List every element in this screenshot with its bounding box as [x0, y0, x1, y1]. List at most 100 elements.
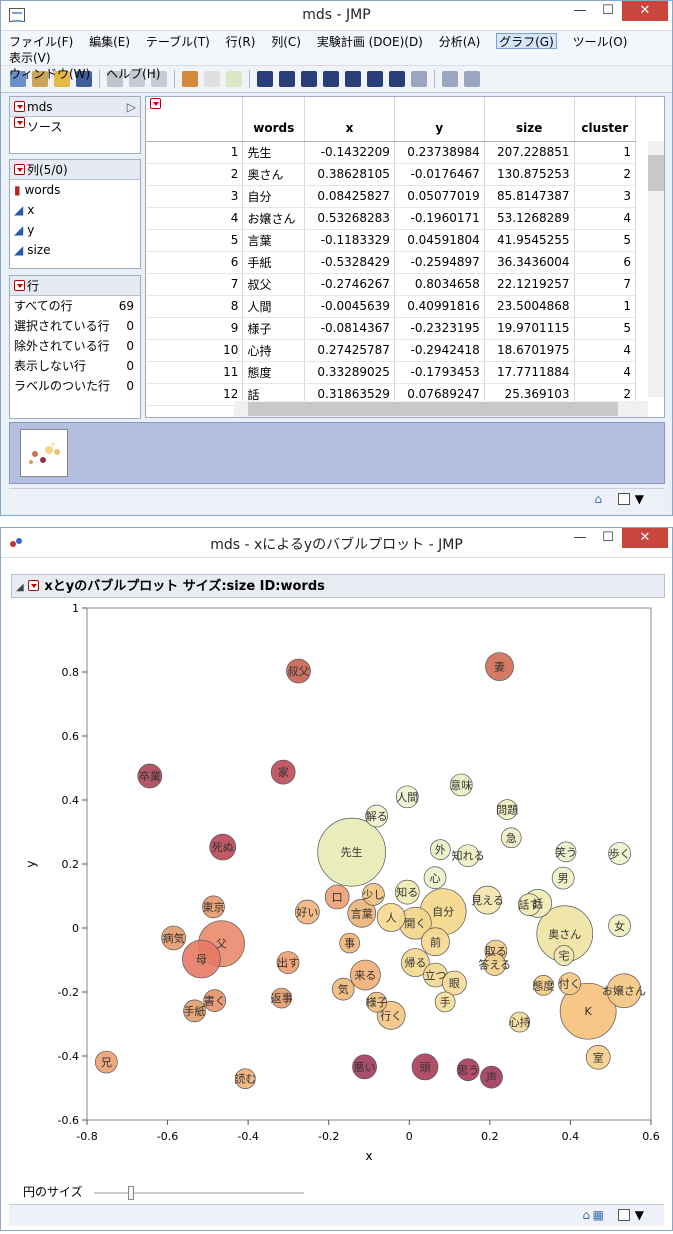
col-header-cluster[interactable]: cluster — [574, 97, 637, 142]
cell-x[interactable]: -0.5328429 — [304, 251, 395, 274]
collapse-arrow-icon[interactable]: ▷ — [127, 97, 136, 117]
red-triangle-icon[interactable] — [14, 280, 25, 291]
analyze-icon-3[interactable] — [301, 71, 317, 87]
red-triangle-icon[interactable] — [14, 117, 25, 128]
menu-tools[interactable]: ツール(O) — [573, 34, 628, 50]
analyze-icon-5[interactable] — [345, 71, 361, 87]
cell-x[interactable]: -0.1183329 — [304, 229, 395, 252]
cell-size[interactable]: 19.9701115 — [484, 317, 575, 340]
settings-icon[interactable] — [464, 71, 480, 87]
menu-graph[interactable]: グラフ(G) — [496, 33, 557, 49]
menu-window[interactable]: ウィンドウ(W) — [9, 66, 90, 82]
cell-cluster[interactable]: 4 — [574, 207, 637, 230]
table-row[interactable]: 8 人間 -0.0045639 0.40991816 23.5004868 1 — [146, 295, 637, 318]
cell-size[interactable]: 130.875253 — [484, 163, 575, 186]
dropdown-arrow-icon[interactable]: ▼ — [635, 1208, 644, 1222]
close-button[interactable]: ✕ — [622, 1, 668, 21]
cell-words[interactable]: 態度 — [242, 361, 306, 384]
cell-words[interactable]: 叔父 — [242, 273, 306, 296]
cell-cluster[interactable]: 4 — [574, 361, 637, 384]
cell-words[interactable]: 奥さん — [242, 163, 306, 186]
print-icon[interactable] — [182, 71, 198, 87]
cell-y[interactable]: 0.40991816 — [394, 295, 485, 318]
cell-x[interactable]: 0.08425827 — [304, 185, 395, 208]
menu-cols[interactable]: 列(C) — [271, 34, 301, 50]
table-panel-header[interactable]: mds ▷ — [10, 97, 140, 117]
rows-panel-header[interactable]: 行 — [10, 276, 140, 296]
cell-cluster[interactable]: 4 — [574, 339, 637, 362]
red-triangle-icon[interactable] — [14, 101, 25, 112]
col-header-size[interactable]: size — [484, 97, 575, 142]
layout-icon[interactable] — [618, 493, 630, 505]
cell-y[interactable]: 0.8034658 — [394, 273, 485, 296]
cell-cluster[interactable]: 1 — [574, 141, 637, 164]
col-header-x[interactable]: x — [304, 97, 395, 142]
cell-y[interactable]: 0.05077019 — [394, 185, 485, 208]
red-triangle-icon[interactable] — [150, 98, 161, 109]
table-row[interactable]: 9 様子 -0.0814367 -0.2323195 19.9701115 5 — [146, 317, 637, 340]
row-number[interactable]: 4 — [146, 207, 244, 230]
cell-words[interactable]: 手紙 — [242, 251, 306, 274]
cell-y[interactable]: 0.23738984 — [394, 141, 485, 164]
minimize-button[interactable]: — — [566, 528, 594, 548]
table-row[interactable]: 3 自分 0.08425827 0.05077019 85.8147387 3 — [146, 185, 637, 208]
cell-size[interactable]: 23.5004868 — [484, 295, 575, 318]
menu-edit[interactable]: 編集(E) — [89, 34, 130, 50]
run-script-icon[interactable] — [226, 71, 242, 87]
layout-icon[interactable] — [618, 1209, 630, 1221]
cell-x[interactable]: -0.2746267 — [304, 273, 395, 296]
cell-x[interactable]: -0.0814367 — [304, 317, 395, 340]
cell-cluster[interactable]: 5 — [574, 229, 637, 252]
table-row[interactable]: 6 手紙 -0.5328429 -0.2594897 36.3436004 6 — [146, 251, 637, 274]
title-bar[interactable]: mds - JMP — ☐ ✕ — [1, 1, 672, 31]
cell-x[interactable]: 0.38628105 — [304, 163, 395, 186]
bubble-plot[interactable]: -0.8 -0.6 -0.4 -0.2 0 0.2 0.4 0.6 1 0.8 0.6 0.4 0.2 0… — [1, 600, 673, 1180]
cell-x[interactable]: 0.33289025 — [304, 361, 395, 384]
row-number[interactable]: 9 — [146, 317, 244, 340]
red-triangle-icon[interactable] — [27, 580, 39, 591]
column-item[interactable]: ▮ words — [10, 180, 140, 200]
cell-size[interactable]: 53.1268289 — [484, 207, 575, 230]
cell-words[interactable]: 様子 — [242, 317, 306, 340]
cell-words[interactable]: 言葉 — [242, 229, 306, 252]
column-item[interactable]: ◢ x — [10, 200, 140, 220]
bubble-size-slider[interactable] — [94, 1185, 305, 1200]
analyze-icon-1[interactable] — [257, 71, 273, 87]
pdf-icon[interactable] — [204, 71, 220, 87]
cell-size[interactable]: 207.228851 — [484, 141, 575, 164]
cell-cluster[interactable]: 7 — [574, 273, 637, 296]
row-number[interactable]: 3 — [146, 185, 244, 208]
report-header[interactable]: ◢ xとyのバブルプロット サイズ:size ID:words — [11, 574, 665, 598]
cell-size[interactable]: 18.6701975 — [484, 339, 575, 362]
cell-x[interactable]: 0.27425787 — [304, 339, 395, 362]
analyze-icon-2[interactable] — [279, 71, 295, 87]
maximize-button[interactable]: ☐ — [594, 528, 622, 548]
close-button[interactable]: ✕ — [622, 528, 668, 548]
home-icon[interactable]: ⌂ — [582, 1208, 590, 1222]
cell-size[interactable]: 85.8147387 — [484, 185, 575, 208]
cell-cluster[interactable]: 3 — [574, 185, 637, 208]
cell-y[interactable]: -0.1793453 — [394, 361, 485, 384]
cell-cluster[interactable]: 2 — [574, 163, 637, 186]
cell-size[interactable]: 36.3436004 — [484, 251, 575, 274]
cell-y[interactable]: -0.1960171 — [394, 207, 485, 230]
row-number[interactable]: 7 — [146, 273, 244, 296]
row-number[interactable]: 10 — [146, 339, 244, 362]
cell-y[interactable]: -0.2942418 — [394, 339, 485, 362]
analyze-icon-8[interactable] — [411, 71, 427, 87]
analyze-icon-6[interactable] — [367, 71, 383, 87]
row-number[interactable]: 5 — [146, 229, 244, 252]
analyze-icon-7[interactable] — [389, 71, 405, 87]
cell-x[interactable]: 0.53268283 — [304, 207, 395, 230]
row-number[interactable]: 1 — [146, 141, 244, 164]
row-number[interactable]: 12 — [146, 383, 244, 406]
menu-view[interactable]: 表示(V) — [9, 50, 51, 66]
vertical-scrollbar[interactable] — [648, 141, 664, 397]
cell-size[interactable]: 22.1219257 — [484, 273, 575, 296]
cell-y[interactable]: -0.0176467 — [394, 163, 485, 186]
table-row[interactable]: 2 奥さん 0.38628105 -0.0176467 130.875253 2 — [146, 163, 637, 186]
cell-words[interactable]: 人間 — [242, 295, 306, 318]
cell-size[interactable]: 41.9545255 — [484, 229, 575, 252]
cell-words[interactable]: 自分 — [242, 185, 306, 208]
cell-words[interactable]: 先生 — [242, 141, 306, 164]
